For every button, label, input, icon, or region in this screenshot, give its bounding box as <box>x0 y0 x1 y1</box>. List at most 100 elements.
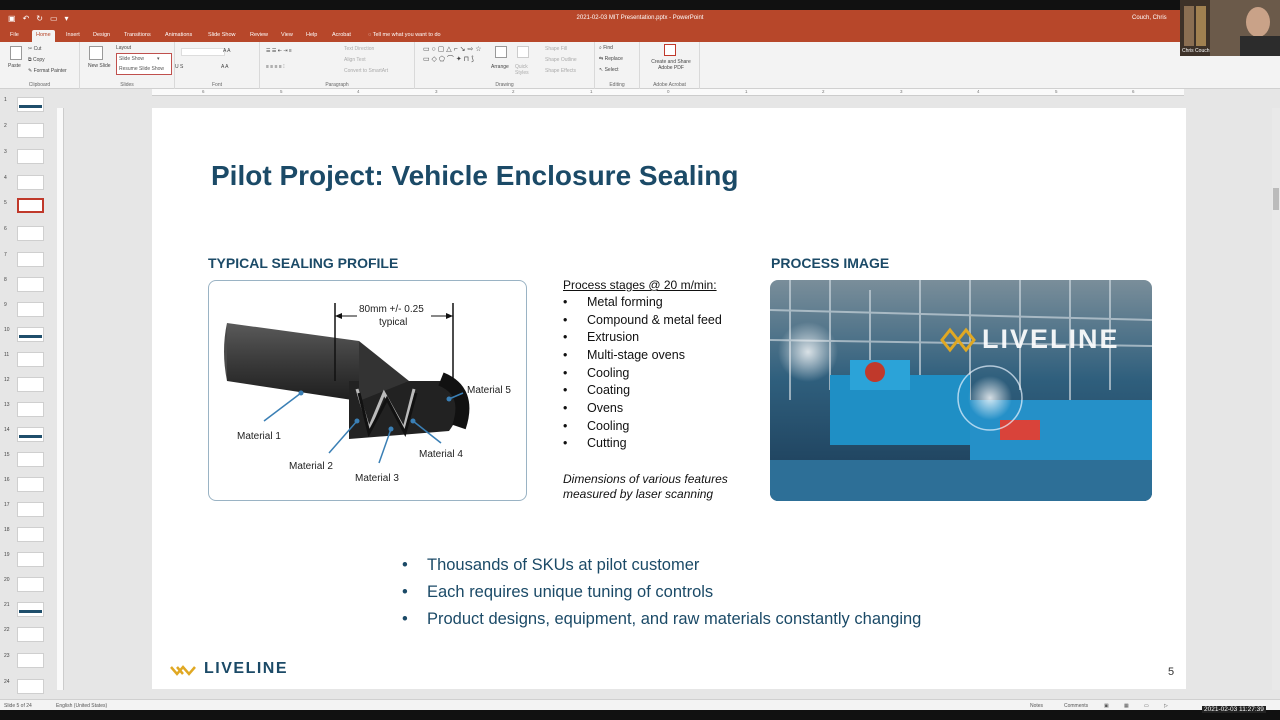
quick-styles-icon[interactable] <box>517 46 529 58</box>
tab-insert[interactable]: Insert <box>62 30 84 42</box>
tab-help[interactable]: Help <box>302 30 321 42</box>
align-text-button[interactable]: Align Text <box>344 57 366 63</box>
slide-thumbnail[interactable] <box>17 653 44 668</box>
arrange-button[interactable]: Arrange <box>491 64 509 70</box>
new-slide-icon[interactable] <box>89 46 103 60</box>
summary-bullet[interactable]: • Product designs, equipment, and raw mat… <box>402 610 921 629</box>
slide-thumbnail[interactable] <box>17 226 44 241</box>
summary-bullet[interactable]: • Thousands of SKUs at pilot customer <box>402 556 699 575</box>
slide-thumbnail[interactable] <box>17 327 44 342</box>
replace-button[interactable]: ⇆ Replace <box>599 56 623 62</box>
tab-view[interactable]: View <box>277 30 297 42</box>
create-pdf-button[interactable]: Create and Share Adobe PDF <box>644 59 698 71</box>
tab-review[interactable]: Review <box>246 30 272 42</box>
font-name-box[interactable] <box>181 48 225 56</box>
find-button[interactable]: ⌕ Find <box>599 45 613 51</box>
tab-animations[interactable]: Animations <box>161 30 196 42</box>
process-stage[interactable]: • Coating <box>563 383 630 397</box>
text-direction-button[interactable]: Text Direction <box>344 46 374 52</box>
sealing-profile-image[interactable]: 80mm +/- 0.25 typical Material 1 Materia… <box>208 280 527 501</box>
new-slide-button[interactable]: New Slide <box>88 63 111 69</box>
scrollbar-thumb[interactable] <box>1273 188 1279 210</box>
slide-thumbnail[interactable] <box>17 427 44 442</box>
slide-thumbnail[interactable] <box>17 352 44 367</box>
process-stage[interactable]: • Multi-stage ovens <box>563 348 685 362</box>
sorter-view-icon[interactable]: ▦ <box>1124 703 1129 709</box>
copy-button[interactable]: ⧉ Copy <box>28 57 45 63</box>
slide-thumbnail[interactable] <box>17 97 44 112</box>
slide-thumbnail[interactable] <box>17 627 44 642</box>
slide-thumbnail[interactable] <box>17 502 44 517</box>
align-buttons[interactable]: ≡ ≡ ≡ ≡ ⫶ <box>266 64 284 70</box>
slide-thumbnail[interactable] <box>17 277 44 292</box>
slide-thumbnail[interactable] <box>17 552 44 567</box>
slideshow-view-icon[interactable]: ▷ <box>1164 703 1168 709</box>
list-buttons[interactable]: ☰ ☰ ⇤ ⇥ ≡ <box>266 48 292 54</box>
process-stages-heading[interactable]: Process stages @ 20 m/min: <box>563 278 717 292</box>
slide-title[interactable]: Pilot Project: Vehicle Enclosure Sealing <box>211 160 739 192</box>
slide-canvas[interactable]: Pilot Project: Vehicle Enclosure Sealing… <box>152 108 1186 689</box>
tab-slide-show[interactable]: Slide Show <box>204 30 240 42</box>
slide-thumbnail-pane[interactable]: 1 2 3 4 5 6 7 8 9 10 11 12 13 14 15 16 1… <box>0 89 55 699</box>
process-stage[interactable]: • Compound & metal feed <box>563 313 722 327</box>
profile-heading[interactable]: TYPICAL SEALING PROFILE <box>208 255 398 271</box>
arrange-icon[interactable] <box>495 46 507 58</box>
paste-button[interactable]: Paste <box>8 63 21 69</box>
process-stage[interactable]: • Cooling <box>563 419 629 433</box>
slide-thumbnail[interactable] <box>17 302 44 317</box>
slide-thumbnail-active[interactable] <box>17 198 44 213</box>
tab-transitions[interactable]: Transitions <box>120 30 155 42</box>
slide-thumbnail[interactable] <box>17 252 44 267</box>
process-image[interactable]: LIVELINE <box>770 280 1152 501</box>
process-image-heading[interactable]: PROCESS IMAGE <box>771 255 889 271</box>
process-stage[interactable]: • Metal forming <box>563 295 663 309</box>
shapes-gallery[interactable]: ▭ ○ ▢ △ ⌐ ↘ ⇨ ☆ ▭ ◇ ⬠ ⌒ ✦ ⊓ ⟆ <box>423 45 487 65</box>
normal-view-icon[interactable]: ▣ <box>1104 703 1109 709</box>
tab-design[interactable]: Design <box>89 30 114 42</box>
pdf-icon[interactable] <box>664 44 676 56</box>
slide-thumbnail[interactable] <box>17 477 44 492</box>
slide-show-option[interactable]: Slide Show <box>119 56 144 62</box>
summary-bullet[interactable]: • Each requires unique tuning of controls <box>402 583 713 602</box>
slide-thumbnail[interactable] <box>17 602 44 617</box>
tab-home[interactable]: Home <box>32 30 55 42</box>
font-format-buttons[interactable]: U S <box>175 64 183 70</box>
process-stage[interactable]: • Ovens <box>563 401 623 415</box>
slide-show-dropdown[interactable]: Slide Show ▾ Resume Slide Show <box>116 53 172 75</box>
account-name[interactable]: Couch, Chris <box>1132 15 1167 21</box>
tell-me-search[interactable]: ◌ Tell me what you want to do <box>364 30 445 42</box>
slide-thumbnail[interactable] <box>17 527 44 542</box>
comments-button[interactable]: Comments <box>1064 703 1088 709</box>
notes-button[interactable]: Notes <box>1030 703 1043 709</box>
process-stage[interactable]: • Cooling <box>563 366 629 380</box>
shape-effects-button[interactable]: Shape Effects <box>545 68 576 74</box>
tab-file[interactable]: File <box>6 30 23 42</box>
process-stage[interactable]: • Cutting <box>563 436 627 450</box>
smartart-button[interactable]: Convert to SmartArt <box>344 68 388 74</box>
cut-button[interactable]: ✂ Cut <box>28 46 41 52</box>
quick-styles-button[interactable]: Quick Styles <box>515 64 533 76</box>
format-painter-button[interactable]: ✎ Format Painter <box>28 68 67 74</box>
font-size-buttons[interactable]: A A <box>223 48 231 54</box>
chevron-down-icon[interactable]: ▾ <box>157 56 160 62</box>
tab-acrobat[interactable]: Acrobat <box>328 30 355 42</box>
slide-thumbnail[interactable] <box>17 377 44 392</box>
slide-thumbnail[interactable] <box>17 452 44 467</box>
shape-fill-button[interactable]: Shape Fill <box>545 46 567 52</box>
shape-outline-button[interactable]: Shape Outline <box>545 57 577 63</box>
resume-slide-show-option[interactable]: Resume Slide Show <box>119 66 164 72</box>
slide-thumbnail[interactable] <box>17 577 44 592</box>
reading-view-icon[interactable]: ▭ <box>1144 703 1149 709</box>
slide-thumbnail[interactable] <box>17 149 44 164</box>
paste-icon[interactable] <box>10 46 22 60</box>
layout-button[interactable]: Layout <box>116 45 131 51</box>
process-stage[interactable]: • Extrusion <box>563 330 639 344</box>
font-color-buttons[interactable]: A A <box>221 64 229 70</box>
slide-thumbnail[interactable] <box>17 679 44 694</box>
dimensions-note[interactable]: Dimensions of various features measured … <box>563 472 753 502</box>
vertical-scrollbar[interactable] <box>1272 108 1280 690</box>
select-button[interactable]: ↖ Select <box>599 67 619 73</box>
language-indicator[interactable]: English (United States) <box>56 703 107 709</box>
slide-thumbnail[interactable] <box>17 123 44 138</box>
slide-thumbnail[interactable] <box>17 402 44 417</box>
